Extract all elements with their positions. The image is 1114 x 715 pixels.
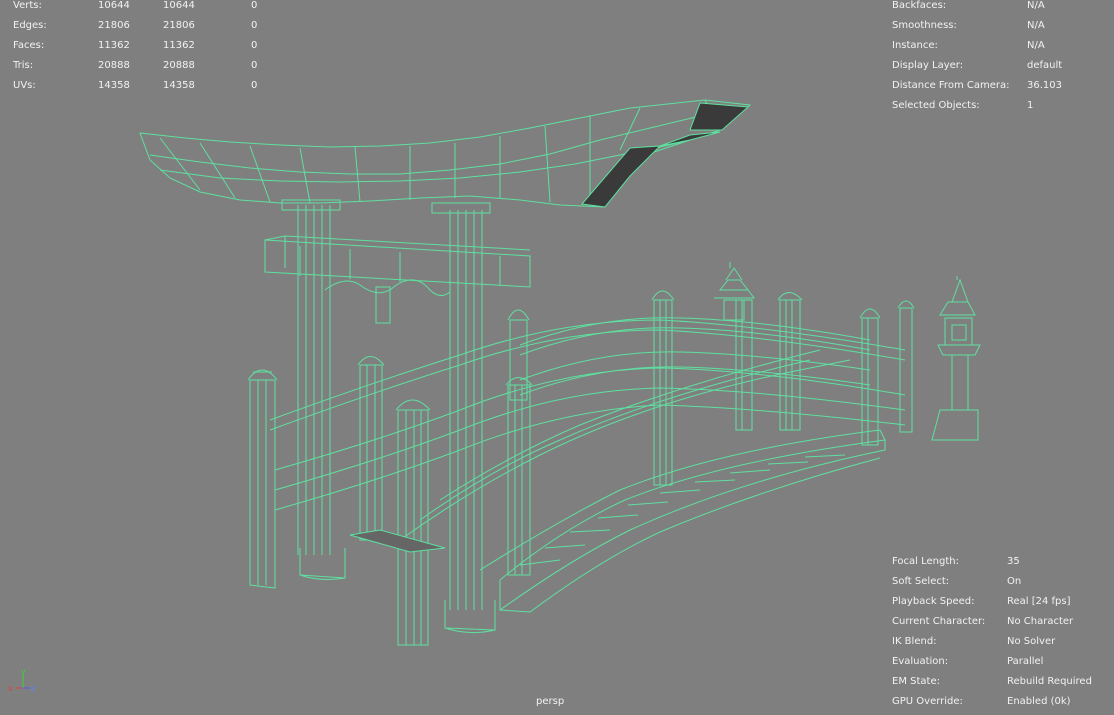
stats-value: 0	[251, 60, 258, 71]
info-row: Instance: N/A	[892, 36, 1102, 56]
info-row: Smoothness: N/A	[892, 16, 1102, 36]
stats-value: 20888	[98, 60, 130, 71]
info-row: Distance From Camera: 36.103	[892, 76, 1102, 96]
stats-value: 21806	[163, 20, 195, 31]
scene-label: IK Blend:	[892, 636, 937, 647]
info-row: Display Layer: default	[892, 56, 1102, 76]
axis-z-label: z	[31, 684, 35, 693]
stats-value: 10644	[98, 0, 130, 11]
stats-row-uvs: UVs: 14358 14358 0	[13, 76, 273, 96]
info-label: Instance:	[892, 40, 938, 51]
stats-value: 21806	[98, 20, 130, 31]
scene-label: Soft Select:	[892, 576, 950, 587]
scene-value: Real [24 fps]	[1007, 596, 1071, 607]
info-value: 36.103	[1027, 80, 1062, 91]
stats-value: 20888	[163, 60, 195, 71]
info-label: Smoothness:	[892, 20, 957, 31]
object-info-hud: Backfaces: N/A Smoothness: N/A Instance:…	[892, 0, 1102, 116]
scene-label: Evaluation:	[892, 656, 949, 667]
scene-row: Soft Select: On	[892, 572, 1107, 592]
scene-label: Playback Speed:	[892, 596, 975, 607]
scene-info-hud: Focal Length: 35 Soft Select: On Playbac…	[892, 552, 1107, 712]
scene-row: Evaluation: Parallel	[892, 652, 1107, 672]
scene-value: On	[1007, 576, 1022, 587]
info-label: Selected Objects:	[892, 100, 980, 111]
scene-row: IK Blend: No Solver	[892, 632, 1107, 652]
info-row: Backfaces: N/A	[892, 0, 1102, 16]
scene-row: Focal Length: 35	[892, 552, 1107, 572]
scene-label: Current Character:	[892, 616, 986, 627]
axis-x-label: x	[8, 684, 13, 693]
scene-row: Playback Speed: Real [24 fps]	[892, 592, 1107, 612]
stats-value: 10644	[163, 0, 195, 11]
scene-label: GPU Override:	[892, 696, 963, 707]
scene-value: Parallel	[1007, 656, 1044, 667]
stats-value: 0	[251, 0, 258, 11]
stats-value: 0	[251, 40, 258, 51]
3d-viewport[interactable]: Verts: 10644 10644 0 Edges: 21806 21806 …	[0, 0, 1114, 715]
stats-label: Tris:	[13, 60, 34, 71]
scene-row: GPU Override: Enabled (0k)	[892, 692, 1107, 712]
scene-row: Current Character: No Character	[892, 612, 1107, 632]
info-row: Selected Objects: 1	[892, 96, 1102, 116]
info-value: default	[1027, 60, 1063, 71]
stats-label: Verts:	[13, 0, 42, 11]
stats-value: 11362	[98, 40, 130, 51]
scene-label: EM State:	[892, 676, 940, 687]
stats-row-verts: Verts: 10644 10644 0	[13, 0, 273, 16]
scene-value: 35	[1007, 556, 1020, 567]
stats-label: Faces:	[13, 40, 45, 51]
stats-value: 14358	[163, 80, 195, 91]
info-label: Display Layer:	[892, 60, 964, 71]
info-label: Backfaces:	[892, 0, 947, 11]
stats-label: UVs:	[13, 80, 36, 91]
stats-label: Edges:	[13, 20, 47, 31]
scene-value: No Character	[1007, 616, 1074, 627]
scene-value: Rebuild Required	[1007, 676, 1092, 687]
info-value: N/A	[1027, 0, 1045, 11]
info-value: N/A	[1027, 40, 1045, 51]
poly-count-hud: Verts: 10644 10644 0 Edges: 21806 21806 …	[13, 0, 273, 96]
stats-row-faces: Faces: 11362 11362 0	[13, 36, 273, 56]
stats-value: 11362	[163, 40, 195, 51]
info-label: Distance From Camera:	[892, 80, 1010, 91]
scene-value: No Solver	[1007, 636, 1056, 647]
info-value: N/A	[1027, 20, 1045, 31]
info-value: 1	[1027, 100, 1034, 111]
camera-label: persp	[536, 696, 565, 707]
axis-gizmo-icon: x y z	[8, 668, 35, 693]
scene-label: Focal Length:	[892, 556, 959, 567]
axis-y-label: y	[21, 668, 26, 676]
scene-row: EM State: Rebuild Required	[892, 672, 1107, 692]
stats-value: 14358	[98, 80, 130, 91]
stats-row-tris: Tris: 20888 20888 0	[13, 56, 273, 76]
stats-row-edges: Edges: 21806 21806 0	[13, 16, 273, 36]
stats-value: 0	[251, 20, 258, 31]
scene-value: Enabled (0k)	[1007, 696, 1071, 707]
stats-value: 0	[251, 80, 258, 91]
